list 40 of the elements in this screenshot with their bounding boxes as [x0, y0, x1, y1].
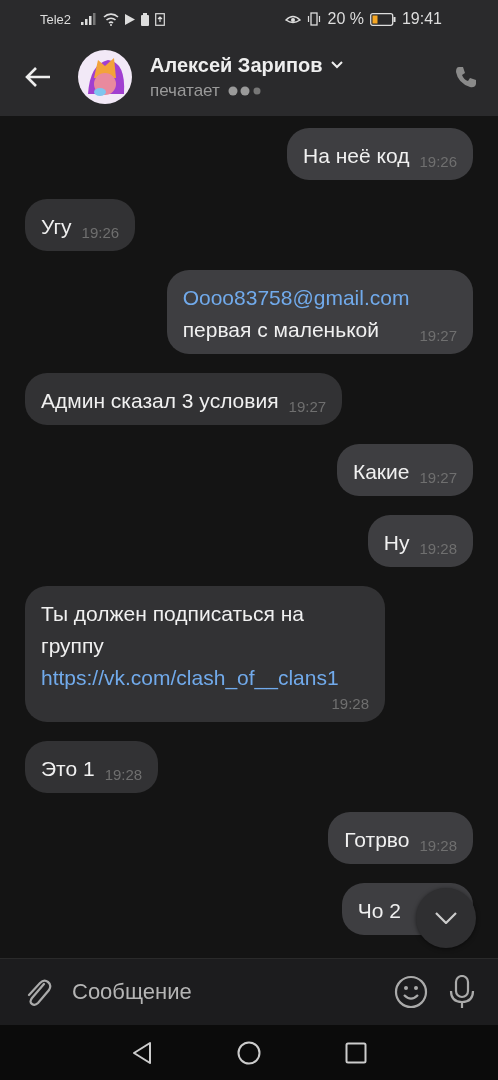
eye-icon	[285, 13, 302, 25]
battery-icon	[141, 12, 150, 26]
clock: 19:41	[401, 10, 442, 28]
message-link[interactable]: Oooo83758@gmail.com	[182, 282, 410, 314]
message-time: 19:26	[81, 223, 120, 243]
microphone-icon[interactable]	[448, 975, 476, 1009]
contact-name[interactable]: Алексей Зарипов	[150, 53, 323, 77]
chevron-down-icon[interactable]	[330, 61, 343, 69]
message-text: На неё код	[303, 143, 410, 169]
message-text: Угу	[41, 214, 72, 240]
back-nav-icon[interactable]	[131, 1040, 153, 1065]
phone-icon[interactable]	[454, 65, 478, 89]
message-text: Админ сказал 3 условия	[41, 388, 279, 414]
carrier-name: Tele2	[40, 11, 72, 27]
message-time: 19:27	[288, 397, 327, 417]
message-text: Чо 2	[357, 898, 401, 924]
chevron-down-icon	[435, 912, 457, 924]
emoji-icon[interactable]	[394, 975, 428, 1009]
vibrate-icon	[307, 12, 322, 26]
message-text: Это 1	[41, 756, 95, 782]
wifi-icon	[103, 12, 120, 26]
typing-dots-icon	[227, 85, 262, 96]
battery-percent: 20 %	[327, 10, 364, 28]
upload-icon	[155, 12, 166, 26]
message-time: 19:28	[331, 694, 369, 714]
message-time: 19:28	[104, 765, 143, 785]
message-text: Ты должен подписаться на группу	[41, 601, 305, 659]
recents-nav-icon[interactable]	[345, 1041, 367, 1064]
play-icon	[125, 13, 136, 25]
typing-status: печатает	[150, 80, 220, 101]
home-nav-icon[interactable]	[237, 1040, 261, 1065]
message-link[interactable]: https://vk.com/clash_of__clans1	[41, 662, 339, 694]
avatar-icon[interactable]	[78, 50, 132, 104]
signal-icon	[81, 13, 98, 25]
message-text: Готрво	[344, 827, 410, 853]
message-text: Ну	[383, 530, 410, 556]
battery-icon	[369, 12, 396, 26]
message-text: Какие	[352, 459, 410, 485]
message-text: первая с маленькой	[182, 317, 379, 343]
back-icon[interactable]	[24, 65, 52, 89]
